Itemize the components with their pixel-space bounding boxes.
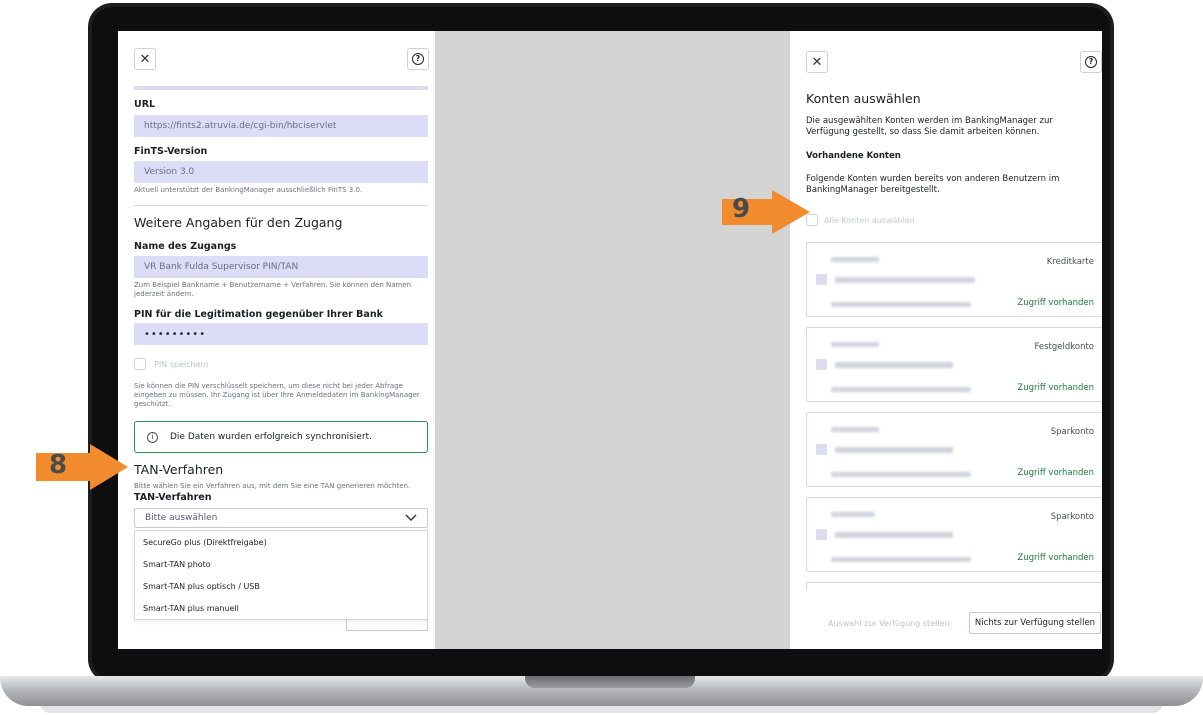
account-checkbox[interactable] — [816, 359, 827, 370]
tan-option[interactable]: SecureGo plus (Direktfreigabe) — [135, 531, 427, 553]
account-card[interactable]: Festgeldkonto Zugriff vorhanden — [806, 327, 1102, 402]
tan-dropdown: SecureGo plus (Direktfreigabe) Smart-TAN… — [134, 530, 428, 620]
sync-success-message: i Die Daten wurden erfolgreich synchroni… — [134, 421, 428, 453]
existing-accounts-text-1: Folgende Konten wurden bereits von ander… — [806, 174, 1060, 184]
select-all-label: Alle Konten auswählen — [824, 215, 915, 225]
provide-nothing-button[interactable]: Nichts zur Verfügung stellen — [969, 612, 1101, 634]
account-checkbox[interactable] — [816, 444, 827, 455]
sync-success-text: Die Daten wurden erfolgreich synchronisi… — [170, 432, 372, 442]
hidden-button-edge — [346, 619, 428, 631]
access-name-field[interactable]: VR Bank Fulda Supervisor PIN/TAN — [134, 256, 428, 278]
intro-text-1: Die ausgewählten Konten werden im Bankin… — [806, 116, 1053, 126]
close-icon: ✕ — [139, 51, 151, 67]
fints-version-label: FinTS-Version — [134, 146, 208, 157]
stage: ✕ ? URL https://fints2.atruvia.de/cgi-bi… — [0, 0, 1203, 715]
existing-accounts-text-2: BankingManager bereitgestellt. — [806, 185, 940, 195]
annotation-number-9: 9 — [732, 194, 751, 224]
help-icon: ? — [412, 53, 424, 65]
fints-version-hint: Aktuell unterstützt der BankingManager a… — [134, 186, 363, 194]
pin-hint-3: geschützt. — [134, 400, 171, 408]
access-name-hint-1: Zum Beispiel Bankname + Benutzername + V… — [134, 281, 412, 289]
tan-label: TAN-Verfahren — [134, 492, 212, 503]
help-button[interactable]: ? — [1080, 51, 1102, 73]
account-type: Festgeldkonto — [1034, 342, 1094, 352]
tan-hint: Bitte wählen Sie ein Verfahren aus, mit … — [134, 482, 411, 490]
account-card[interactable]: Sparkonto Zugriff vorhanden — [806, 412, 1102, 487]
account-type: Sparkonto — [1050, 427, 1094, 437]
account-card-partial — [806, 582, 1102, 590]
select-all-row[interactable]: Alle Konten auswählen — [806, 214, 1096, 226]
pin-save-row[interactable]: PIN speichern — [134, 358, 428, 370]
close-icon: ✕ — [811, 54, 823, 70]
account-access-status: Zugriff vorhanden — [1017, 383, 1094, 393]
account-access-status: Zugriff vorhanden — [1017, 553, 1094, 563]
chevron-down-icon — [405, 514, 417, 521]
laptop-screen: ✕ ? URL https://fints2.atruvia.de/cgi-bi… — [118, 31, 1102, 649]
pin-save-checkbox[interactable] — [134, 358, 146, 370]
access-name-label: Name des Zugangs — [134, 241, 237, 252]
access-name-hint-2: jederzeit ändern. — [134, 290, 194, 298]
annotation-number-8: 8 — [49, 450, 68, 480]
intro-text-2: Verfügung gestellt, so dass Sie damit ar… — [806, 127, 1040, 137]
close-button[interactable]: ✕ — [806, 51, 828, 73]
tan-section-title: TAN-Verfahren — [134, 462, 224, 477]
help-button[interactable]: ? — [407, 48, 429, 70]
close-button[interactable]: ✕ — [134, 48, 156, 70]
pin-hint-1: Sie können die PIN verschlüsselt speiche… — [134, 382, 403, 390]
tan-select[interactable]: Bitte auswählen — [134, 508, 428, 528]
account-type: Sparkonto — [1050, 512, 1094, 522]
tan-select-value: Bitte auswählen — [145, 513, 218, 523]
provide-selection-button[interactable]: Auswahl zur Verfügung stellen — [828, 619, 950, 628]
access-settings-panel: ✕ ? URL https://fints2.atruvia.de/cgi-bi… — [118, 31, 435, 649]
panel-title: Konten auswählen — [806, 91, 921, 106]
tan-option[interactable]: Smart-TAN plus optisch / USB — [135, 575, 427, 597]
account-checkbox[interactable] — [816, 274, 827, 285]
tan-option[interactable]: Smart-TAN plus manuell — [135, 597, 427, 619]
scroll-indicator — [134, 86, 428, 90]
fints-version-field[interactable]: Version 3.0 — [134, 161, 428, 183]
pin-field[interactable]: ••••••••• — [134, 323, 428, 345]
url-field[interactable]: https://fints2.atruvia.de/cgi-bin/hbcise… — [134, 115, 428, 137]
url-label: URL — [134, 99, 156, 110]
pin-save-label: PIN speichern — [154, 359, 209, 369]
select-accounts-panel: ✕ ? Konten auswählen Die ausgewählten Ko… — [790, 31, 1102, 649]
account-card[interactable]: Kreditkarte Zugriff vorhanden — [806, 242, 1102, 317]
pin-hint-2: eingeben zu müssen. Ihr Zugang ist über … — [134, 391, 420, 399]
tan-option[interactable]: Smart-TAN photo — [135, 553, 427, 575]
existing-accounts-title: Vorhandene Konten — [806, 151, 901, 161]
info-icon: i — [147, 431, 158, 443]
account-checkbox[interactable] — [816, 529, 827, 540]
section-title-access: Weitere Angaben für den Zugang — [134, 215, 343, 230]
pin-label: PIN für die Legitimation gegenüber Ihrer… — [134, 309, 383, 320]
account-type: Kreditkarte — [1046, 257, 1094, 267]
divider — [134, 205, 428, 206]
help-icon: ? — [1085, 56, 1097, 68]
account-access-status: Zugriff vorhanden — [1017, 298, 1094, 308]
laptop-notch — [525, 676, 695, 688]
account-access-status: Zugriff vorhanden — [1017, 468, 1094, 478]
account-card[interactable]: Sparkonto Zugriff vorhanden — [806, 497, 1102, 572]
